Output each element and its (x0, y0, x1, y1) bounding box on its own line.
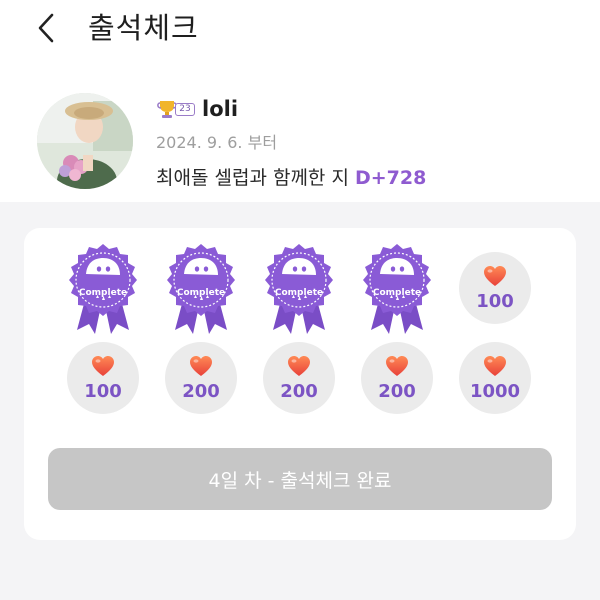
app-header: 출석체크 (0, 0, 600, 60)
complete-label: Complete (78, 288, 128, 298)
since-date: 2024. 9. 6. 부터 (156, 133, 278, 152)
complete-label: Complete (176, 288, 226, 298)
profile-info: 23 loli 2024. 9. 6. 부터 최애돌 셀럽과 함께한 지 D+7… (156, 96, 426, 190)
complete-stamp: Complete (361, 244, 433, 334)
user-name: loli (202, 97, 239, 121)
heart-icon (483, 355, 507, 377)
attendance-card: Complete Complete Complete Complete 100 100 20… (24, 228, 576, 540)
reward-circle (263, 342, 335, 414)
dday-row: 최애돌 셀럽과 함께한 지 D+728 (156, 163, 426, 190)
heart-icon (287, 355, 311, 377)
heart-icon (483, 265, 507, 287)
reward-amount: 1000 (469, 381, 521, 402)
complete-stamp: Complete (263, 244, 335, 334)
reward-item: 200 (361, 342, 433, 414)
reward-amount: 100 (84, 381, 122, 402)
reward-circle (361, 342, 433, 414)
complete-label: Complete (372, 288, 422, 298)
complete-stamp: Complete (67, 244, 139, 334)
attendance-complete-button[interactable]: 4일 차 - 출석체크 완료 (48, 448, 552, 510)
reward-circle (459, 342, 531, 414)
heart-icon (385, 355, 409, 377)
dday-value: D+728 (354, 167, 427, 189)
complete-label: Complete (274, 288, 324, 298)
complete-stamp: Complete (165, 244, 237, 334)
reward-item: 1000 (459, 342, 531, 414)
chevron-left-icon (38, 13, 54, 43)
reward-amount: 100 (476, 291, 514, 312)
heart-icon (91, 355, 115, 377)
reward-item: 100 (67, 342, 139, 414)
reward-circle (459, 252, 531, 324)
dday-label: 최애돌 셀럽과 함께한 지 (156, 167, 349, 189)
page-title: 출석체크 (88, 11, 199, 45)
reward-item: 100 (459, 252, 531, 324)
reward-amount: 200 (378, 381, 416, 402)
profile-section: 출석체크 23 loli 2024. 9. 6. 부터 최애돌 셀럽과 함께한 … (0, 0, 600, 202)
level-badge: 23 (156, 98, 200, 120)
reward-amount: 200 (182, 381, 220, 402)
reward-circle (67, 342, 139, 414)
reward-item: 200 (263, 342, 335, 414)
avatar (37, 93, 133, 189)
back-button[interactable] (28, 10, 64, 46)
reward-amount: 200 (280, 381, 318, 402)
reward-item: 200 (165, 342, 237, 414)
heart-icon (189, 355, 213, 377)
level-number: 23 (175, 103, 195, 116)
reward-circle (165, 342, 237, 414)
